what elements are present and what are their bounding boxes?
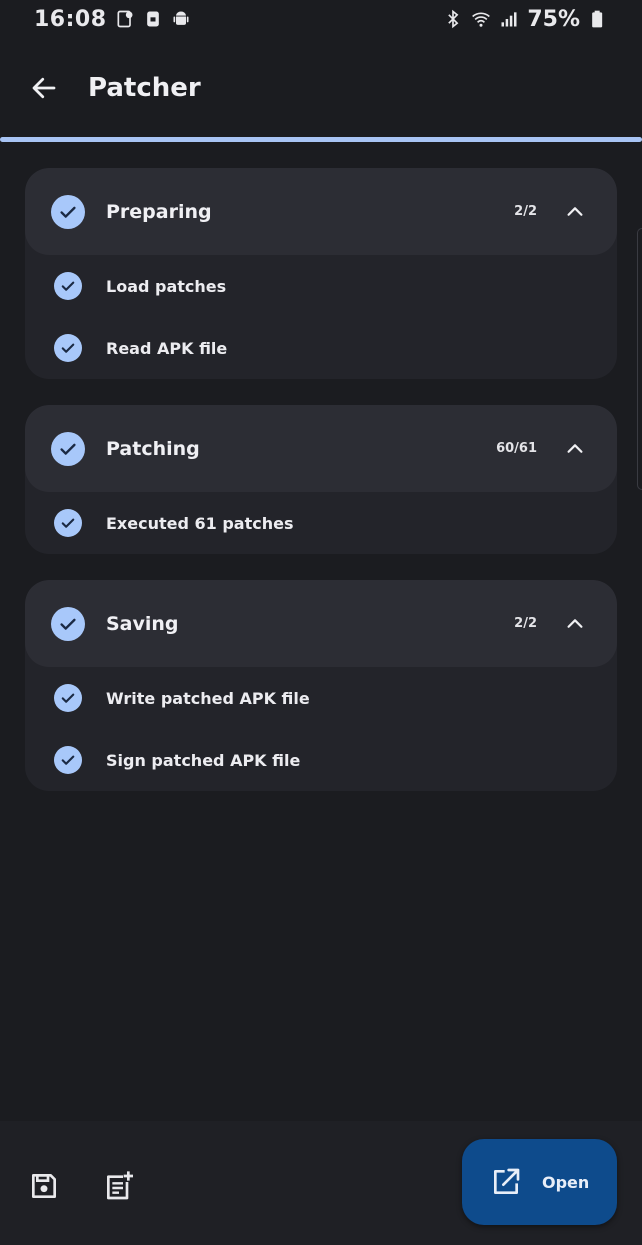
open-label: Open xyxy=(542,1172,590,1192)
status-bar-left: 16:08 xyxy=(34,7,191,32)
signal-icon xyxy=(499,9,519,29)
step-label: Read APK file xyxy=(106,338,228,358)
notification-icon xyxy=(115,9,135,29)
app-bar: Patcher xyxy=(0,50,642,126)
check-circle-icon xyxy=(54,684,82,712)
section-count: 2/2 xyxy=(514,204,537,219)
check-circle-icon xyxy=(51,431,85,466)
open-in-new-icon xyxy=(490,1166,522,1198)
check-circle-icon xyxy=(54,272,82,300)
status-time: 16:08 xyxy=(34,6,107,32)
check-circle-icon xyxy=(54,746,82,774)
save-button[interactable] xyxy=(20,1162,68,1210)
lock-icon xyxy=(143,9,163,29)
open-button[interactable]: Open xyxy=(462,1139,617,1225)
step-label: Executed 61 patches xyxy=(106,513,294,533)
chevron-up-icon[interactable] xyxy=(563,612,587,636)
step-item: Sign patched APK file xyxy=(25,729,617,791)
step-item: Write patched APK file xyxy=(25,667,617,729)
section-title: Patching xyxy=(106,437,200,460)
step-label: Load patches xyxy=(106,276,227,296)
step-item: Read APK file xyxy=(25,317,617,379)
android-icon xyxy=(171,9,191,29)
section-card-preparing: Preparing 2/2 Load patches Read APK file xyxy=(25,168,617,379)
bottom-app-bar: Open xyxy=(0,1121,642,1245)
step-label: Write patched APK file xyxy=(106,688,310,708)
note-add-icon xyxy=(107,1171,133,1200)
section-header[interactable]: Saving 2/2 xyxy=(25,580,617,667)
step-item: Load patches xyxy=(25,255,617,317)
section-header[interactable]: Patching 60/61 xyxy=(25,405,617,492)
step-list: Executed 61 patches xyxy=(25,492,617,554)
battery-percentage: 75% xyxy=(527,6,580,32)
step-item: Executed 61 patches xyxy=(25,492,617,554)
arrow-back-icon xyxy=(32,77,56,99)
chevron-up-icon[interactable] xyxy=(563,437,587,461)
page-title: Patcher xyxy=(88,73,201,103)
section-count: 2/2 xyxy=(514,616,537,631)
section-title: Saving xyxy=(106,612,179,635)
check-circle-icon xyxy=(51,606,85,641)
bluetooth-icon xyxy=(443,9,463,29)
check-circle-icon xyxy=(51,194,85,229)
section-count: 60/61 xyxy=(496,441,537,456)
section-card-saving: Saving 2/2 Write patched APK file Sign p… xyxy=(25,580,617,791)
check-circle-icon xyxy=(54,509,82,537)
logs-button[interactable] xyxy=(95,1162,143,1210)
section-card-patching: Patching 60/61 Executed 61 patches xyxy=(25,405,617,554)
save-icon xyxy=(32,1174,56,1198)
progress-bar-fill xyxy=(0,137,642,142)
step-list: Load patches Read APK file xyxy=(25,255,617,379)
chevron-up-icon[interactable] xyxy=(563,200,587,224)
check-circle-icon xyxy=(54,334,82,362)
back-button[interactable] xyxy=(20,64,68,112)
section-header[interactable]: Preparing 2/2 xyxy=(25,168,617,255)
progress-bar xyxy=(0,137,642,142)
status-bar-right: 75% xyxy=(443,7,608,32)
section-title: Preparing xyxy=(106,200,212,223)
patcher-steps: Preparing 2/2 Load patches Read APK file xyxy=(25,168,617,817)
status-bar: 16:08 75% xyxy=(0,0,642,38)
battery-icon xyxy=(588,9,608,29)
wifi-icon xyxy=(471,9,491,29)
step-list: Write patched APK file Sign patched APK … xyxy=(25,667,617,791)
scrollbar[interactable] xyxy=(637,228,642,490)
step-label: Sign patched APK file xyxy=(106,750,301,770)
